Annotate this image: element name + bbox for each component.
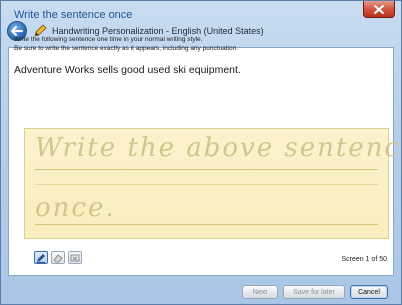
writing-baseline-1 xyxy=(35,169,378,170)
clear-icon xyxy=(70,254,80,261)
eraser-icon xyxy=(53,253,63,262)
ink-toolbar xyxy=(34,251,82,264)
instruction-line-1: Write the following sentence one time in… xyxy=(14,36,203,43)
target-sentence: Adventure Works sells good used ski equi… xyxy=(14,64,241,76)
handwriting-input-area[interactable]: Write the above sentence once. xyxy=(24,128,402,239)
close-button[interactable] xyxy=(363,1,395,18)
window-frame: Handwriting Personalization - English (U… xyxy=(0,0,402,305)
writing-separator xyxy=(35,184,378,185)
window-title: Handwriting Personalization - English (U… xyxy=(52,26,264,36)
next-button[interactable]: Next xyxy=(242,285,278,299)
save-for-later-button[interactable]: Save for later xyxy=(283,285,345,299)
instructions: Write the following sentence one time in… xyxy=(14,36,238,53)
page-heading: Write the sentence once xyxy=(14,9,133,21)
writing-baseline-2 xyxy=(35,224,378,225)
writing-guide-line-2: once. xyxy=(35,193,116,223)
instruction-line-2: Be sure to write the sentence exactly as… xyxy=(14,44,239,52)
close-icon xyxy=(374,4,384,14)
writing-guide-line-1: Write the above sentence xyxy=(35,133,402,163)
back-arrow-icon xyxy=(11,26,23,36)
clear-tool-button[interactable] xyxy=(68,251,82,264)
cancel-button[interactable]: Cancel xyxy=(350,285,388,299)
pen-tool-button[interactable] xyxy=(34,251,48,264)
pen-icon xyxy=(37,253,45,263)
footer-bar: Next Save for later Cancel xyxy=(8,278,394,305)
screen-counter: Screen 1 of 50 xyxy=(341,256,387,263)
eraser-tool-button[interactable] xyxy=(51,251,65,264)
